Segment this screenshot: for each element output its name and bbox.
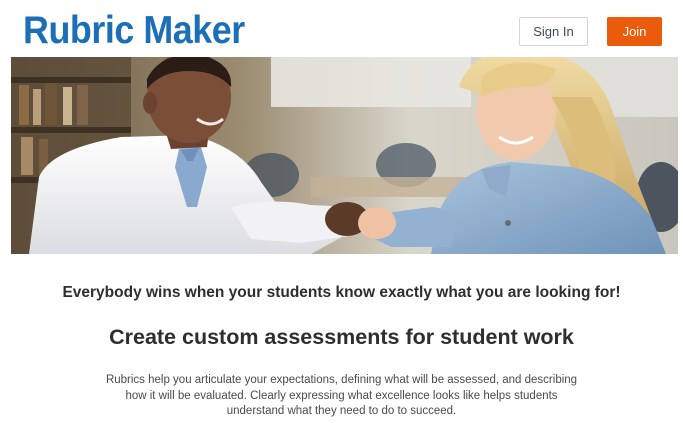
site-logo[interactable]: Rubric Maker	[23, 9, 245, 53]
site-header: Rubric Maker Sign In Join	[0, 0, 683, 57]
intro-description: Rubrics help you articulate your expecta…	[105, 374, 578, 417]
join-button[interactable]: Join	[607, 17, 662, 46]
page: Rubric Maker Sign In Join Everybody wins…	[0, 0, 683, 423]
tagline: Everybody wins when your students know e…	[62, 284, 621, 301]
hero-image	[11, 57, 678, 254]
page-headline: Create custom assessments for student wo…	[109, 325, 574, 349]
sign-in-button[interactable]: Sign In	[519, 17, 588, 46]
